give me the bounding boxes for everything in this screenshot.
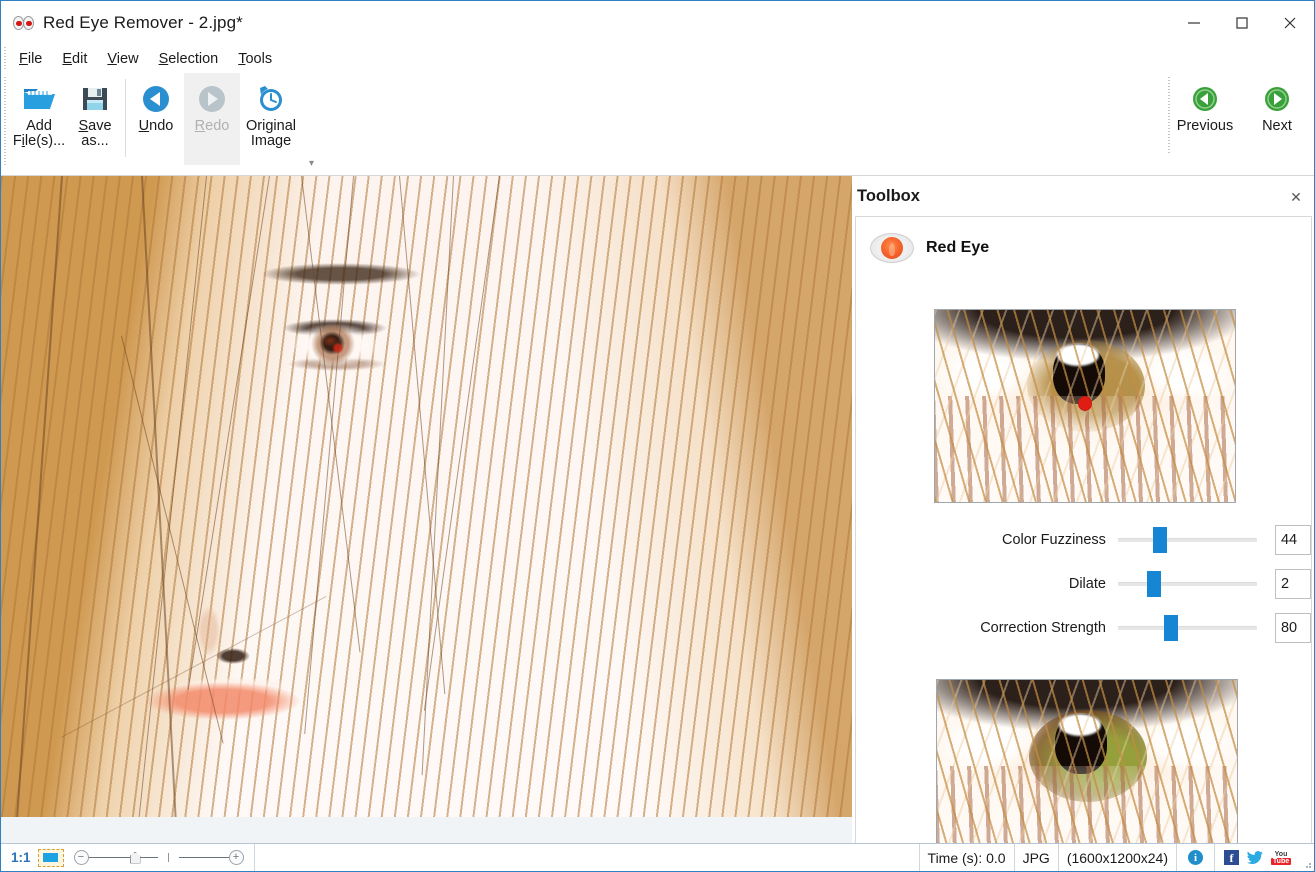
maximize-button[interactable] (1218, 1, 1266, 45)
zoom-slider[interactable]: − + (64, 844, 255, 871)
eye-preview-before[interactable] (934, 309, 1236, 503)
toolbar-overflow-icon[interactable]: ▾ (309, 159, 314, 169)
undo-label: Undo (139, 119, 174, 134)
next-label: Next (1262, 119, 1292, 134)
save-as-button[interactable]: Saveas... (67, 73, 123, 165)
menu-edit[interactable]: Edit (52, 49, 97, 69)
zoom-out-icon[interactable]: − (74, 850, 89, 865)
redo-label: Redo (195, 119, 230, 134)
slider-row-dilate: Dilate 2 (856, 571, 1311, 597)
correction-strength-value[interactable]: 80 (1275, 613, 1311, 643)
info-icon[interactable]: i (1188, 850, 1203, 865)
toolbar: AddFile(s)... Saveas... (1, 73, 1314, 176)
zoom-in-icon[interactable]: + (229, 850, 244, 865)
format-cell: JPG (1015, 844, 1059, 871)
red-eye-icon (870, 233, 914, 263)
close-button[interactable] (1266, 1, 1314, 45)
canvas-empty-area (1, 817, 852, 843)
tool-header: Red Eye (856, 217, 1311, 263)
add-files-label: AddFile(s)... (13, 119, 65, 149)
red-eyes-icon (13, 16, 35, 30)
social-icons: f You Tube (1215, 844, 1300, 871)
original-image-label: OriginalImage (246, 119, 296, 149)
clock-history-icon (256, 81, 286, 117)
green-left-arrow-icon (1191, 81, 1219, 117)
application-window: Red Eye Remover - 2.jpg* File Edit View … (0, 0, 1315, 872)
window-title: Red Eye Remover - 2.jpg* (43, 13, 243, 33)
youtube-tube-label: Tube (1271, 858, 1291, 865)
color-fuzziness-slider[interactable] (1118, 527, 1257, 553)
menu-selection[interactable]: Selection (149, 49, 229, 69)
open-folder-icon (22, 81, 56, 117)
status-bar: 1:1 − + Time (s): 0.0 JPG (1600x1200x24)… (1, 843, 1314, 871)
redo-arrow-icon (197, 81, 227, 117)
redo-button[interactable]: Redo (184, 73, 240, 165)
toolbox-header: Toolbox ✕ (853, 176, 1314, 216)
time-label: Time (s): 0.0 (928, 850, 1006, 866)
menu-tools[interactable]: Tools (228, 49, 282, 69)
window-controls (1170, 1, 1314, 45)
menu-view[interactable]: View (97, 49, 148, 69)
correction-strength-label: Correction Strength (856, 620, 1118, 636)
portrait-photo[interactable] (1, 176, 852, 817)
zoom-tick (168, 853, 169, 862)
resize-grip[interactable] (1300, 844, 1314, 871)
toolbox-close-icon[interactable]: ✕ (1288, 189, 1304, 205)
color-fuzziness-value[interactable]: 44 (1275, 525, 1311, 555)
fit-to-window-icon[interactable] (38, 849, 64, 867)
dilate-slider[interactable] (1118, 571, 1257, 597)
dilate-value[interactable]: 2 (1275, 569, 1311, 599)
zoom-thumb[interactable] (130, 852, 141, 864)
dimensions-cell: (1600x1200x24) (1059, 844, 1177, 871)
youtube-icon[interactable]: You Tube (1271, 850, 1291, 866)
info-cell[interactable]: i (1177, 844, 1215, 871)
toolbar-separator-1 (125, 79, 126, 157)
next-button[interactable]: Next (1244, 73, 1310, 165)
facebook-icon[interactable]: f (1224, 850, 1239, 865)
status-spacer (255, 844, 920, 871)
undo-button[interactable]: Undo (128, 73, 184, 165)
slider-group: Color Fuzziness 44 Dilate 2 (856, 527, 1311, 641)
format-label: JPG (1023, 850, 1050, 866)
floppy-disk-icon (80, 81, 110, 117)
twitter-icon[interactable] (1247, 850, 1263, 865)
correction-strength-slider[interactable] (1118, 615, 1257, 641)
previous-label: Previous (1177, 119, 1233, 134)
title-bar: Red Eye Remover - 2.jpg* (1, 1, 1314, 45)
color-fuzziness-label: Color Fuzziness (856, 532, 1118, 548)
image-canvas[interactable] (1, 176, 852, 843)
eye-preview-after[interactable] (936, 679, 1238, 843)
time-cell: Time (s): 0.0 (920, 844, 1015, 871)
tool-name-label: Red Eye (926, 239, 989, 257)
previous-button[interactable]: Previous (1172, 73, 1238, 165)
toolbox-title: Toolbox (857, 187, 920, 206)
zoom-ratio-label: 1:1 (1, 850, 38, 865)
dilate-label: Dilate (856, 576, 1118, 592)
green-right-arrow-icon (1263, 81, 1291, 117)
work-area: Toolbox ✕ Red Eye (1, 176, 1314, 843)
minimize-button[interactable] (1170, 1, 1218, 45)
toolbox-body: Red Eye (855, 216, 1312, 843)
original-image-button[interactable]: OriginalImage (240, 73, 302, 165)
menu-bar: File Edit View Selection Tools (1, 45, 1314, 73)
slider-row-color-fuzziness: Color Fuzziness 44 (856, 527, 1311, 553)
dimensions-label: (1600x1200x24) (1067, 850, 1168, 866)
toolbox-panel: Toolbox ✕ Red Eye (852, 176, 1314, 843)
youtube-you-label: You (1275, 851, 1288, 858)
add-files-button[interactable]: AddFile(s)... (11, 73, 67, 165)
menu-file[interactable]: File (9, 49, 52, 69)
slider-row-correction-strength: Correction Strength 80 (856, 615, 1311, 641)
undo-arrow-icon (141, 81, 171, 117)
save-as-label: Saveas... (78, 119, 111, 149)
